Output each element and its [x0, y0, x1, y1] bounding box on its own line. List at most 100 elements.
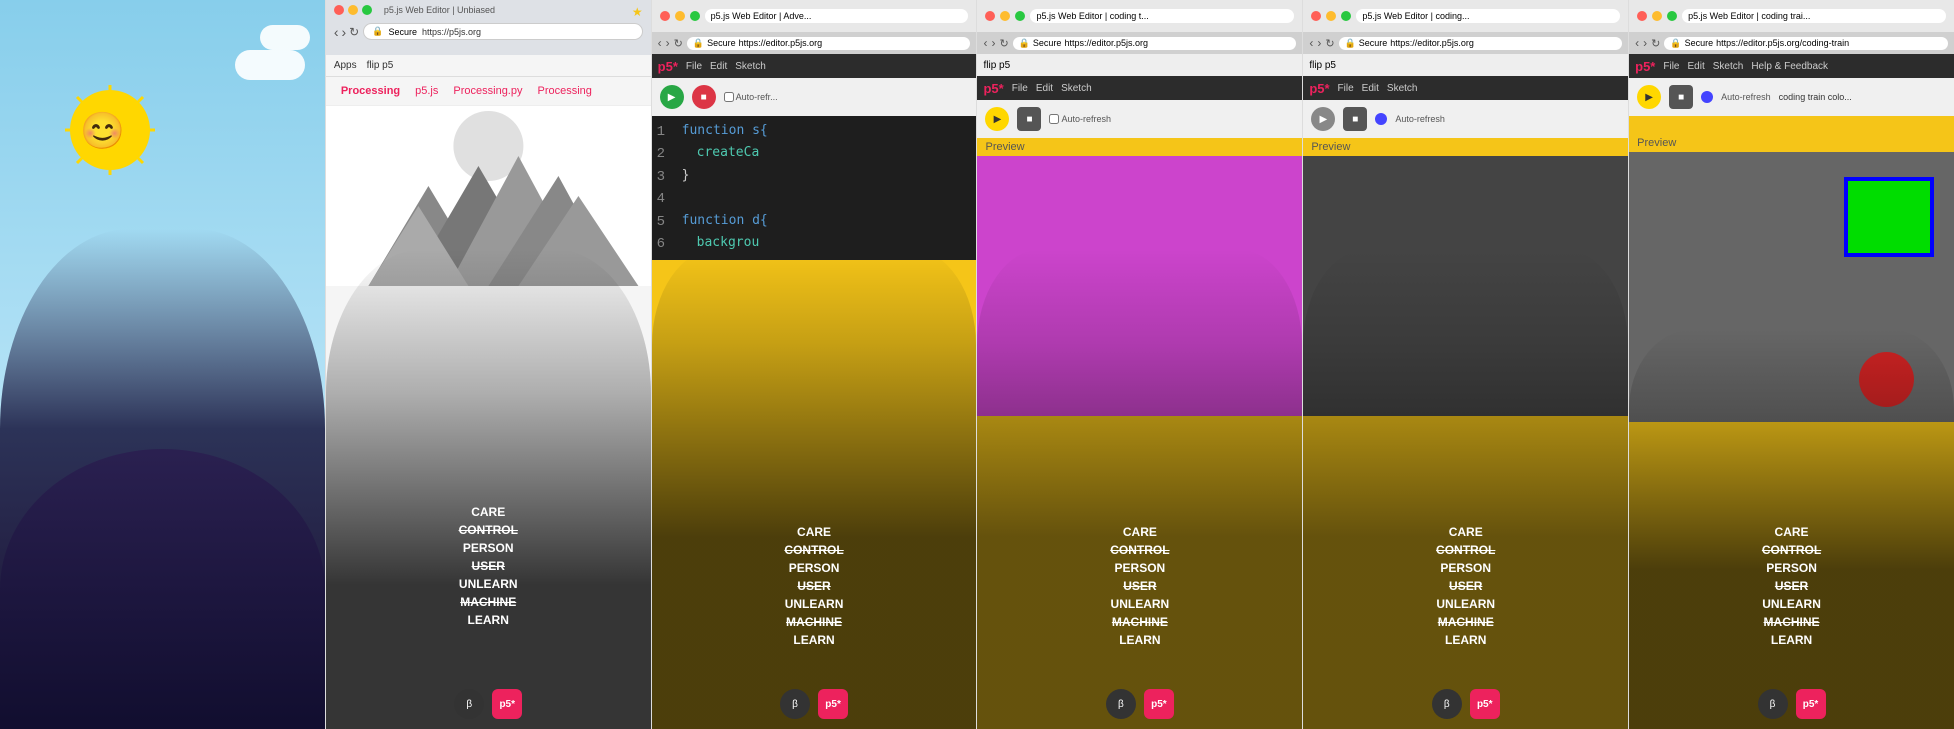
person-overlay-4	[977, 249, 1302, 729]
maximize-dot[interactable]	[362, 5, 372, 15]
close-dot-6[interactable]	[1637, 11, 1647, 21]
tab-3[interactable]: p5.js Web Editor | Adve...	[705, 9, 969, 23]
addr-bar-3[interactable]: 🔒 Secure https://editor.p5js.org	[687, 37, 971, 50]
browser-chrome-6: p5.js Web Editor | coding trai... ‹ › ↻ …	[1629, 0, 1954, 116]
shirt-3-l7: LEARN	[784, 631, 843, 649]
p5-menu-3: p5* File Edit Sketch	[652, 54, 977, 78]
bottom-logos-2: β p5*	[454, 689, 522, 719]
sketch-menu-3[interactable]: Sketch	[735, 61, 766, 72]
back-5[interactable]: ‹	[1309, 36, 1313, 50]
auto-refresh-checkbox-4[interactable]	[1049, 114, 1059, 124]
back-4[interactable]: ‹	[983, 36, 987, 50]
refresh-3[interactable]: ↻	[674, 37, 683, 50]
sketch-menu-6[interactable]: Sketch	[1713, 61, 1744, 72]
shirt-3-l6: MACHINE	[784, 613, 843, 631]
file-menu-4[interactable]: File	[1012, 83, 1028, 94]
browser-top-6: p5.js Web Editor | coding trai...	[1629, 0, 1954, 32]
flip-p5-bookmark[interactable]: flip p5	[367, 60, 394, 71]
browser-chrome-3: p5.js Web Editor | Adve... ‹ › ↻ 🔒 Secur…	[652, 0, 977, 116]
forward-btn-2[interactable]: ›	[342, 24, 347, 40]
addr-row-4: ‹ › ↻ 🔒 Secure https://editor.p5js.org	[977, 32, 1302, 54]
browser-top-3: p5.js Web Editor | Adve...	[652, 0, 977, 32]
stop-button-4[interactable]: ■	[1017, 107, 1041, 131]
tab-title-3: p5.js Web Editor | Adve...	[711, 11, 812, 21]
fwd-3[interactable]: ›	[666, 36, 670, 50]
shirt-text-6: CARE CONTROL PERSON USER UNLEARN MACHINE…	[1762, 523, 1821, 649]
minimize-dot[interactable]	[348, 5, 358, 15]
panel-magenta-preview: p5.js Web Editor | coding t... ‹ › ↻ 🔒 S…	[976, 0, 1302, 729]
back-btn-2[interactable]: ‹	[334, 24, 339, 40]
panel-p5js-website: p5.js Web Editor | Unbiased ★ ‹ › ↻ 🔒 Se…	[325, 0, 651, 729]
p5-logo-3: p5*	[658, 59, 678, 74]
maximize-dot-6[interactable]	[1667, 11, 1677, 21]
maximize-dot-4[interactable]	[1015, 11, 1025, 21]
play-button-6[interactable]: ▶	[1637, 85, 1661, 109]
minimize-dot-3[interactable]	[675, 11, 685, 21]
processing-py-link[interactable]: Processing.py	[453, 85, 522, 97]
file-menu-5[interactable]: File	[1338, 83, 1354, 94]
edit-menu-4[interactable]: Edit	[1036, 83, 1053, 94]
play-button-5[interactable]: ▶	[1311, 107, 1335, 131]
flip-p5-bm-4[interactable]: flip p5	[983, 60, 1010, 71]
back-3[interactable]: ‹	[658, 36, 662, 50]
refresh-5[interactable]: ↻	[1325, 37, 1334, 50]
apps-bookmark[interactable]: Apps	[334, 60, 357, 71]
back-6[interactable]: ‹	[1635, 36, 1639, 50]
flip-p5-bm-5[interactable]: flip p5	[1309, 60, 1336, 71]
stop-button-3[interactable]: ■	[692, 85, 716, 109]
code-line-2: 2 createCa	[657, 143, 972, 165]
tab-title-5: p5.js Web Editor | coding...	[1362, 11, 1469, 21]
tab-4[interactable]: p5.js Web Editor | coding t...	[1030, 9, 1294, 23]
tab-5[interactable]: p5.js Web Editor | coding...	[1356, 9, 1620, 23]
addr-bar-4[interactable]: 🔒 Secure https://editor.p5js.org	[1013, 37, 1297, 50]
fwd-5[interactable]: ›	[1317, 36, 1321, 50]
maximize-dot-3[interactable]	[690, 11, 700, 21]
refresh-4[interactable]: ↻	[999, 37, 1008, 50]
minimize-dot-6[interactable]	[1652, 11, 1662, 21]
close-dot-5[interactable]	[1311, 11, 1321, 21]
close-dot-4[interactable]	[985, 11, 995, 21]
browser-top-4: p5.js Web Editor | coding t...	[977, 0, 1302, 32]
browser-chrome-4: p5.js Web Editor | coding t... ‹ › ↻ 🔒 S…	[977, 0, 1302, 138]
secure-5: Secure	[1359, 38, 1388, 48]
maximize-dot-5[interactable]	[1341, 11, 1351, 21]
bookmark-star-2[interactable]: ★	[632, 5, 643, 19]
sketch-menu-4[interactable]: Sketch	[1061, 83, 1092, 94]
play-button-3[interactable]: ▶	[660, 85, 684, 109]
toolbar-5: ▶ ■ Auto-refresh	[1303, 100, 1628, 138]
file-menu-6[interactable]: File	[1663, 61, 1679, 72]
edit-menu-6[interactable]: Edit	[1688, 61, 1705, 72]
fwd-4[interactable]: ›	[991, 36, 995, 50]
minimize-dot-5[interactable]	[1326, 11, 1336, 21]
sketch-menu-5[interactable]: Sketch	[1387, 83, 1418, 94]
processing-link[interactable]: Processing	[341, 85, 400, 97]
file-menu-3[interactable]: File	[686, 61, 702, 72]
auto-refresh-label-6: Auto-refresh	[1721, 92, 1771, 102]
refresh-btn-2[interactable]: ↻	[349, 25, 359, 39]
tab-6[interactable]: p5.js Web Editor | coding trai...	[1682, 9, 1946, 23]
play-button-4[interactable]: ▶	[985, 107, 1009, 131]
close-dot[interactable]	[334, 5, 344, 15]
p5js-link[interactable]: p5.js	[415, 85, 438, 97]
auto-refresh-checkbox-3[interactable]	[724, 92, 734, 102]
stop-button-6[interactable]: ■	[1669, 85, 1693, 109]
minimize-dot-4[interactable]	[1000, 11, 1010, 21]
processing-link-2[interactable]: Processing	[537, 85, 591, 97]
code-line-5: 5 function d{	[657, 211, 972, 233]
address-bar-2[interactable]: 🔒 Secure https://p5js.org	[363, 23, 642, 40]
cloud-1	[235, 50, 305, 80]
help-menu-6[interactable]: Help & Feedback	[1751, 61, 1828, 72]
tab-title-6: p5.js Web Editor | coding trai...	[1688, 11, 1810, 21]
addr-bar-5[interactable]: 🔒 Secure https://editor.p5js.org	[1339, 37, 1623, 50]
addr-bar-6[interactable]: 🔒 Secure https://editor.p5js.org/coding-…	[1664, 37, 1948, 50]
indicator-5	[1375, 113, 1387, 125]
url-4: https://editor.p5js.org	[1064, 38, 1148, 48]
fwd-6[interactable]: ›	[1643, 36, 1647, 50]
edit-menu-5[interactable]: Edit	[1362, 83, 1379, 94]
edit-menu-3[interactable]: Edit	[710, 61, 727, 72]
stop-button-5[interactable]: ■	[1343, 107, 1367, 131]
refresh-6[interactable]: ↻	[1651, 37, 1660, 50]
close-dot-3[interactable]	[660, 11, 670, 21]
secure-6: Secure	[1685, 38, 1714, 48]
code-line-3: 3 }	[657, 166, 972, 188]
